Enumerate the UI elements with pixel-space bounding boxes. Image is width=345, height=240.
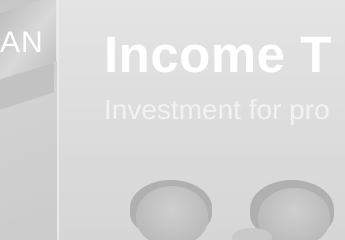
banner-tagline: Investment for pro — [104, 94, 330, 125]
side-panel-text: AN — [0, 26, 44, 59]
banner-headline: Income T — [104, 26, 332, 83]
side-image-panel: AN — [0, 0, 57, 240]
people-photo — [100, 170, 345, 240]
person-left-head — [136, 186, 208, 240]
promo-banner: AN Income T Investment for pro — [0, 0, 345, 240]
panel-divider — [57, 0, 59, 240]
